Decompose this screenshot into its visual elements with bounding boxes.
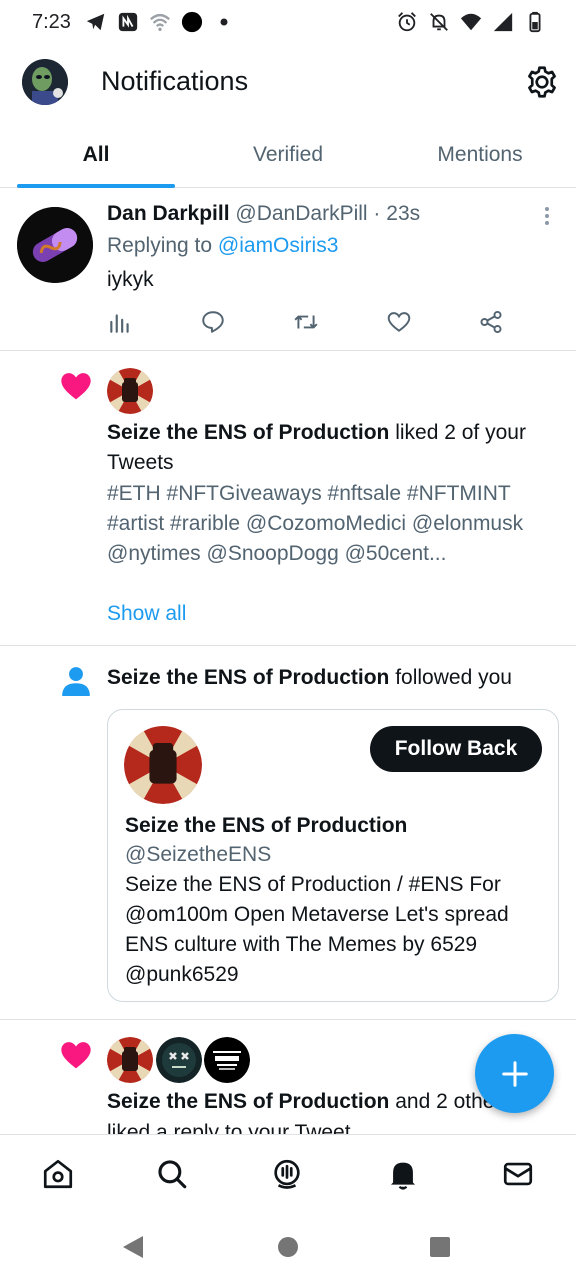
views-icon[interactable] xyxy=(107,309,133,335)
follower-handle: @SeizetheENS xyxy=(125,843,272,866)
tweet-actions xyxy=(107,309,507,335)
reply-tweet[interactable]: Dan Darkpill @DanDarkPill · 23s Replying… xyxy=(0,189,576,351)
tweet-header: Dan Darkpill @DanDarkPill · 23s xyxy=(107,202,420,226)
tab-verified[interactable]: Verified xyxy=(192,122,384,187)
profile-avatar[interactable] xyxy=(22,59,68,105)
status-time: 7:23 xyxy=(32,10,71,33)
bottom-navigation xyxy=(0,1134,576,1212)
like-notification-text: Seize the ENS of Production liked 2 of y… xyxy=(107,418,562,478)
replying-prefix: Replying to xyxy=(107,234,218,257)
follower-name[interactable]: Seize the ENS of Production xyxy=(125,814,407,838)
compose-tweet-button[interactable] xyxy=(475,1034,554,1113)
like-actor-name[interactable]: Seize the ENS of Production xyxy=(107,421,389,444)
liker-avatar[interactable] xyxy=(156,1037,202,1083)
follower-bio: Seize the ENS of Production / #ENS For @… xyxy=(125,873,509,986)
tweet-author-avatar[interactable] xyxy=(17,207,93,283)
wifi-icon xyxy=(460,11,482,33)
home-icon[interactable] xyxy=(41,1157,75,1191)
app-header: Notifications xyxy=(0,44,576,122)
system-navigation-bar xyxy=(0,1212,576,1280)
group-like-actor[interactable]: Seize the ENS of Production xyxy=(107,1090,389,1113)
home-circle-icon[interactable] xyxy=(277,1236,299,1258)
follow-notification-text: Seize the ENS of Production followed you xyxy=(107,663,562,693)
group-like-line2: liked a reply to your Tweet xyxy=(107,1121,351,1134)
tweet-text: iykyk xyxy=(107,268,154,291)
follower-avatar[interactable] xyxy=(124,726,202,804)
wifi-question-icon xyxy=(149,11,171,33)
signal-icon xyxy=(492,11,514,33)
liker-avatar[interactable] xyxy=(107,1037,153,1083)
person-icon xyxy=(62,666,90,696)
tab-all[interactable]: All xyxy=(0,122,192,188)
tab-verified-label: Verified xyxy=(252,142,324,166)
liked-tweet-preview: #ETH #NFTGiveaways #nftsale #NFTMINT #ar… xyxy=(107,482,524,565)
replying-to-link[interactable]: @iamOsiris3 xyxy=(218,234,339,257)
tweet-time: 23s xyxy=(386,202,421,225)
replying-to: Replying to @iamOsiris3 xyxy=(107,234,338,258)
like-icon[interactable] xyxy=(386,309,412,335)
reply-icon[interactable] xyxy=(200,309,226,335)
retweet-icon[interactable] xyxy=(293,309,319,335)
follow-back-button[interactable]: Follow Back xyxy=(370,726,542,772)
spaces-icon[interactable] xyxy=(270,1157,304,1191)
share-icon[interactable] xyxy=(478,309,504,335)
record-dot-icon xyxy=(181,11,203,33)
plus-icon xyxy=(501,1060,528,1087)
follow-actor-name[interactable]: Seize the ENS of Production xyxy=(107,666,389,689)
alarm-icon xyxy=(396,11,418,33)
tab-all-label: All xyxy=(82,142,110,166)
like-notification[interactable]: Seize the ENS of Production liked 2 of y… xyxy=(0,351,576,646)
tweet-author-name[interactable]: Dan Darkpill xyxy=(107,202,230,225)
telegram-icon xyxy=(85,11,107,33)
follow-notification[interactable]: Seize the ENS of Production followed you… xyxy=(0,646,576,1020)
tweet-author-handle: @DanDarkPill xyxy=(235,202,368,225)
settings-gear-icon[interactable] xyxy=(524,64,560,100)
heart-icon xyxy=(60,371,92,401)
messages-icon[interactable] xyxy=(501,1157,535,1191)
tab-mentions-label: Mentions xyxy=(437,142,523,166)
back-triangle-icon[interactable] xyxy=(121,1234,145,1260)
liker-avatar[interactable] xyxy=(107,368,153,414)
notifications-bell-icon[interactable] xyxy=(386,1157,420,1191)
show-all-link[interactable]: Show all xyxy=(107,602,186,626)
status-bar: 7:23 xyxy=(0,0,576,44)
tweet-separator: · xyxy=(373,202,381,225)
more-options-icon[interactable] xyxy=(540,205,554,227)
battery-icon xyxy=(524,11,546,33)
search-icon[interactable] xyxy=(155,1157,189,1191)
notification-tabs: All Verified Mentions xyxy=(0,122,576,188)
more-notifications-dot-icon xyxy=(213,11,235,33)
follow-action-text: followed you xyxy=(389,666,512,689)
tab-mentions[interactable]: Mentions xyxy=(384,122,576,187)
notifications-muted-icon xyxy=(428,11,450,33)
page-title: Notifications xyxy=(101,66,249,96)
active-tab-indicator xyxy=(17,184,175,188)
heart-icon xyxy=(60,1040,92,1070)
recents-square-icon[interactable] xyxy=(429,1236,451,1258)
app-notification-icon xyxy=(117,11,139,33)
follower-card[interactable]: Follow Back Seize the ENS of Production … xyxy=(107,709,559,1002)
liker-avatar[interactable] xyxy=(204,1037,250,1083)
